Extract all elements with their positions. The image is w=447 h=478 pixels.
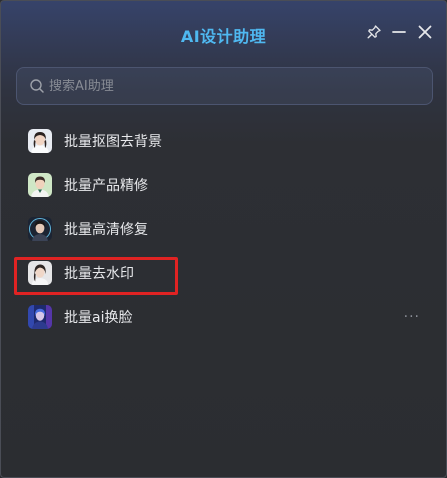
titlebar: AI设计助理 (1, 1, 446, 65)
list-item-remove-background[interactable]: 批量抠图去背景 (1, 119, 446, 163)
search-box[interactable] (16, 67, 433, 105)
list-item-remove-watermark[interactable]: 批量去水印 (1, 251, 446, 295)
avatar-woman-portrait-icon (28, 261, 52, 285)
list-item-label: 批量抠图去背景 (64, 134, 162, 150)
pin-button[interactable] (363, 21, 385, 43)
list-item-label: 批量ai换脸 (64, 310, 133, 326)
pin-icon (367, 25, 381, 39)
list-item-product-retouch[interactable]: 批量产品精修 (1, 163, 446, 207)
assistant-list: 批量抠图去背景 批量产品精修 批量高清修复 批量去水印 批量ai换脸 ··· (1, 119, 446, 339)
close-button[interactable] (414, 21, 436, 43)
avatar-cyber-blue-icon (28, 305, 52, 329)
ai-assistant-window: AI设计助理 搜索AI助理 批量抠图去背景 批量产品精修 批量高清修复 批量去水… (0, 0, 447, 478)
avatar-woman-cyber-icon (28, 217, 52, 241)
close-icon (418, 25, 432, 39)
list-item-label: 批量高清修复 (64, 222, 148, 238)
list-item-hd-restore[interactable]: 批量高清修复 (1, 207, 446, 251)
search-icon (30, 79, 44, 93)
more-options-button[interactable]: ··· (404, 309, 420, 325)
list-item-label: 批量产品精修 (64, 178, 148, 194)
avatar-woman-white-shirt-icon (28, 129, 52, 153)
search-input[interactable] (49, 78, 432, 94)
minimize-icon (392, 31, 406, 33)
minimize-button[interactable] (388, 21, 410, 43)
avatar-man-green-icon (28, 173, 52, 197)
list-item-face-swap[interactable]: 批量ai换脸 ··· (1, 295, 446, 339)
list-item-label: 批量去水印 (64, 266, 134, 282)
